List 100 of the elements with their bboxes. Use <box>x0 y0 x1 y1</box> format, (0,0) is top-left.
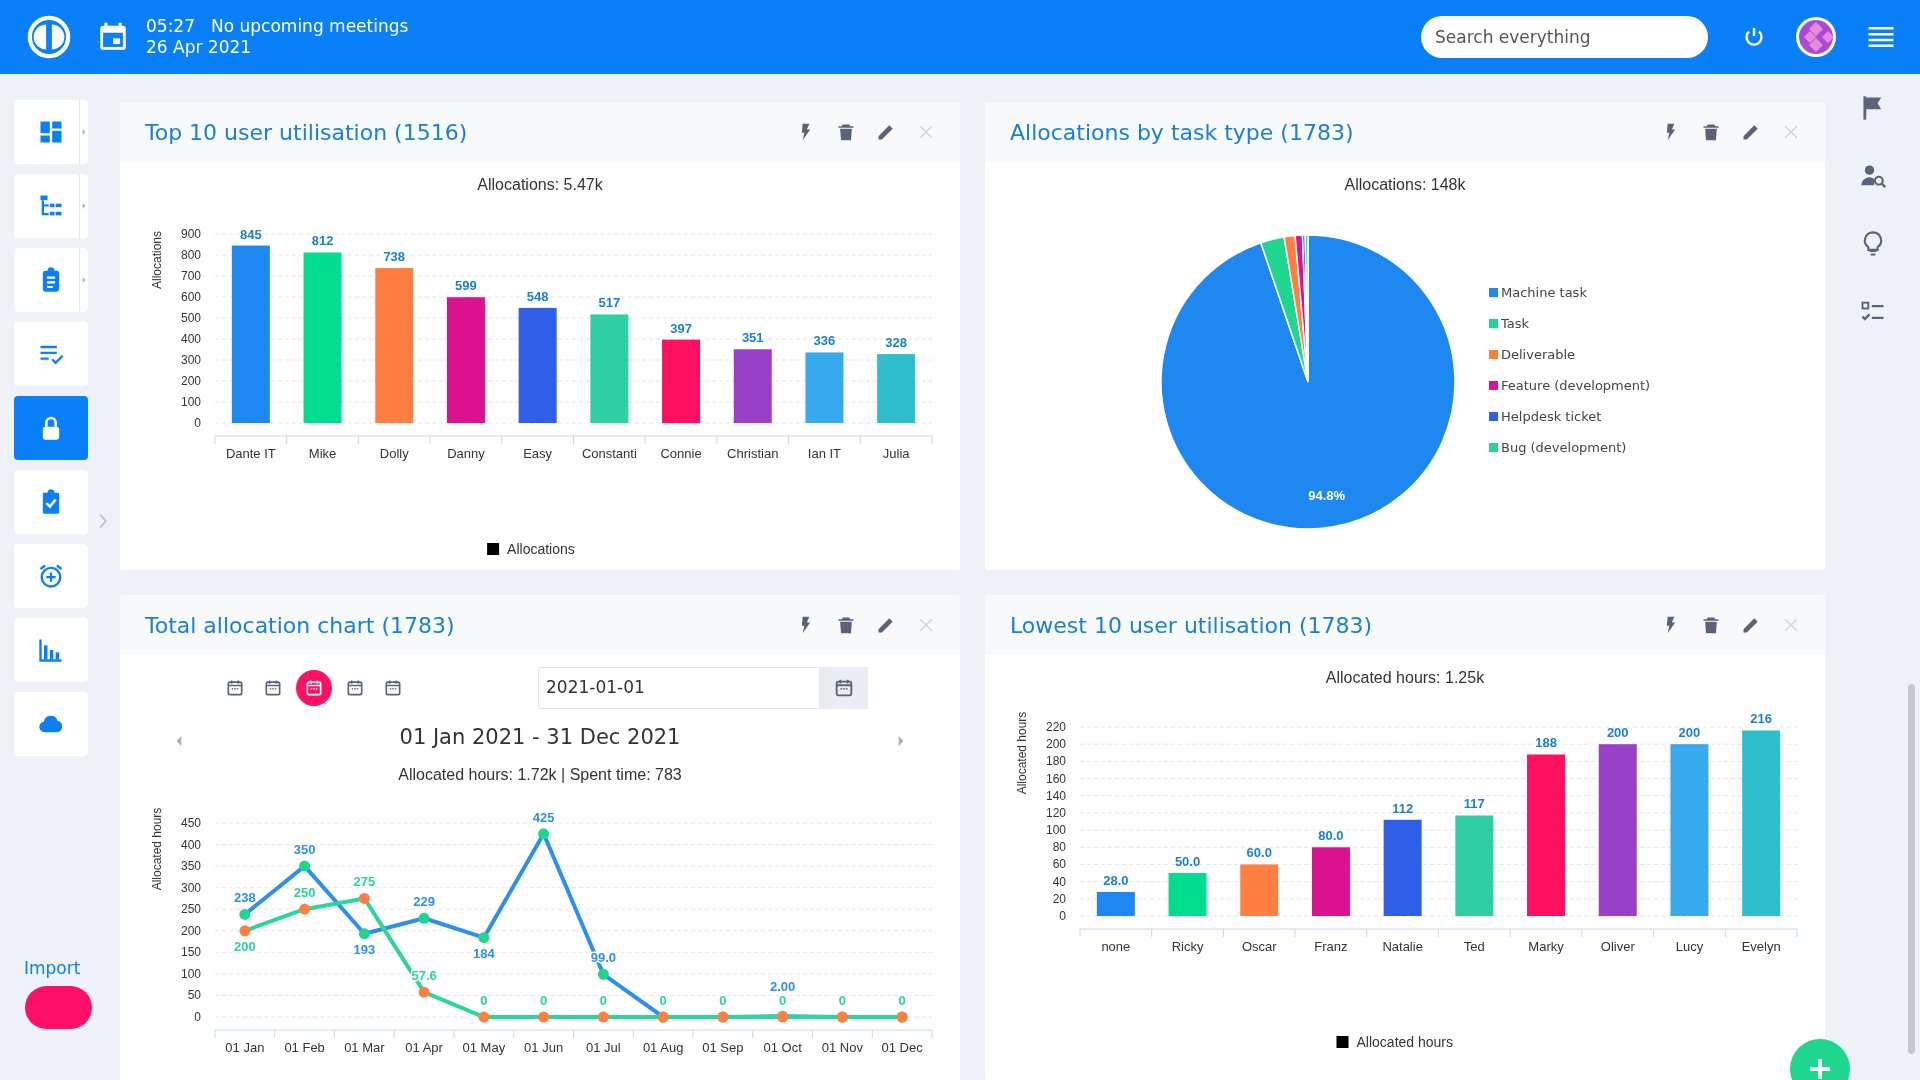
axis-tick-label: 40 <box>1052 874 1066 889</box>
axis-category-label: Julia <box>882 446 910 461</box>
data-label: 0 <box>540 993 548 1008</box>
data-label: 80.0 <box>1318 828 1344 844</box>
data-label: 0 <box>898 993 906 1008</box>
axis-tick-label: 80 <box>1052 840 1066 855</box>
axis-tick-label: 120 <box>1045 805 1066 820</box>
data-label: 328 <box>885 335 907 351</box>
axis-category-label: Ian IT <box>807 446 842 461</box>
axis-category-label: Natalie <box>1382 939 1423 954</box>
axis-category-label: Oscar <box>1241 939 1277 954</box>
data-label: 238 <box>234 890 256 906</box>
axis-tick-label: 300 <box>180 880 201 895</box>
axis-tick-label: 180 <box>1045 754 1066 769</box>
axis-tick-label: 200 <box>180 374 201 388</box>
axis-tick-label: 800 <box>180 248 201 262</box>
axis-title: Allocated hours <box>1015 711 1029 795</box>
axis-category-label: 01 Nov <box>821 1040 863 1055</box>
data-label: 60.0 <box>1246 845 1272 861</box>
axis-tick-label: 400 <box>180 332 201 346</box>
axis-tick-label: 20 <box>1052 891 1066 906</box>
axis-tick-label: 160 <box>1045 771 1066 786</box>
axis-category-label: Lucy <box>1675 939 1704 954</box>
data-label: 812 <box>311 233 334 249</box>
data-label: 275 <box>353 874 376 890</box>
axis-tick-label: 100 <box>180 966 201 981</box>
axis-tick-label: 200 <box>180 923 201 938</box>
axis-tick-label: 140 <box>1045 788 1066 803</box>
data-label: 0 <box>659 993 667 1008</box>
axis-tick-label: 150 <box>180 945 201 960</box>
axis-tick-label: 60 <box>1052 857 1066 872</box>
data-label: 0 <box>480 993 488 1008</box>
widget-title: Total allocation chart (1783) <box>145 611 455 640</box>
axis-category-label: Connie <box>660 446 702 461</box>
data-label: 397 <box>670 320 692 336</box>
axis-category-label: 01 Apr <box>405 1040 443 1055</box>
data-label: 845 <box>240 226 262 242</box>
data-label: 216 <box>1750 711 1772 727</box>
axis-tick-label: 350 <box>180 859 201 874</box>
widget-title: Allocations by task type (1783) <box>1010 118 1354 147</box>
axis-tick-label: 100 <box>1045 823 1066 838</box>
data-label: 2.00 <box>769 979 796 994</box>
data-label: 229 <box>413 894 435 910</box>
axis-category-label: 01 Jul <box>586 1040 621 1055</box>
data-label: 425 <box>532 809 555 825</box>
axis-category-label: 01 Dec <box>881 1040 923 1055</box>
axis-tick-label: 0 <box>1059 909 1066 923</box>
axis-category-label: Danny <box>447 446 485 461</box>
axis-tick-label: 400 <box>180 837 201 852</box>
legend-label: Deliverable <box>1501 347 1576 362</box>
data-label: 188 <box>1535 735 1557 751</box>
chart-title: Allocated hours: 1.72k | Spent time: 783 <box>398 766 682 783</box>
data-label: 193 <box>353 941 376 957</box>
axis-tick-label: 900 <box>180 227 201 241</box>
data-label: 738 <box>383 249 406 264</box>
axis-tick-label: 0 <box>194 1010 201 1024</box>
data-label: 184 <box>473 945 495 961</box>
axis-tick-label: 200 <box>1045 737 1066 752</box>
axis-tick-label: 450 <box>180 816 201 830</box>
axis-tick-label: 220 <box>1045 720 1066 734</box>
axis-category-label: 01 Mar <box>344 1040 385 1055</box>
data-label: 200 <box>1678 725 1701 741</box>
data-label: 0 <box>838 993 846 1008</box>
axis-category-label: Dolly <box>379 446 409 461</box>
axis-category-label: 01 May <box>462 1040 506 1055</box>
axis-category-label: 01 Sep <box>702 1040 744 1055</box>
axis-category-label: Ricky <box>1171 939 1204 954</box>
chart-title: Allocated hours: 1.25k <box>1325 669 1485 686</box>
axis-category-label: Dante IT <box>225 446 276 461</box>
legend-label: Bug (development) <box>1501 440 1627 455</box>
axis-category-label: 01 Jan <box>225 1040 265 1055</box>
axis-category-label: Marky <box>1528 939 1564 954</box>
legend-label: Machine task <box>1501 285 1587 300</box>
date-text: 26 Apr 2021 <box>146 37 253 59</box>
data-label: 0 <box>779 993 787 1008</box>
legend-label: Feature (development) <box>1501 378 1651 393</box>
axis-tick-label: 300 <box>180 353 201 367</box>
axis-title: Allocated hours <box>150 807 164 891</box>
widget-title: Lowest 10 user utilisation (1783) <box>1010 611 1373 640</box>
data-label: 112 <box>1392 800 1414 816</box>
axis-category-label: Ted <box>1463 939 1485 954</box>
chart-title: Allocations: 5.47k <box>477 176 603 193</box>
data-label: 94.8% <box>1308 488 1346 504</box>
chart-title: Allocations: 148k <box>1344 176 1466 193</box>
data-label: 0 <box>719 993 727 1008</box>
data-label: 200 <box>234 938 256 954</box>
legend-label: Allocations <box>507 541 575 557</box>
data-label: 336 <box>813 333 836 349</box>
axis-category-label: 01 Feb <box>284 1040 325 1055</box>
axis-category-label: Constanti <box>581 446 637 461</box>
data-label: 0 <box>599 993 607 1008</box>
date-range: 01 Jan 2021 - 31 Dec 2021 <box>399 724 681 752</box>
axis-category-label: 01 Oct <box>763 1040 802 1055</box>
axis-category-label: Easy <box>523 446 553 461</box>
axis-category-label: Franz <box>1314 939 1348 954</box>
data-label: 517 <box>598 295 621 311</box>
axis-category-label: 01 Jun <box>524 1040 564 1055</box>
axis-category-label: none <box>1101 939 1131 954</box>
widget-title: Top 10 user utilisation (1516) <box>145 118 468 147</box>
axis-tick-label: 700 <box>180 269 201 283</box>
